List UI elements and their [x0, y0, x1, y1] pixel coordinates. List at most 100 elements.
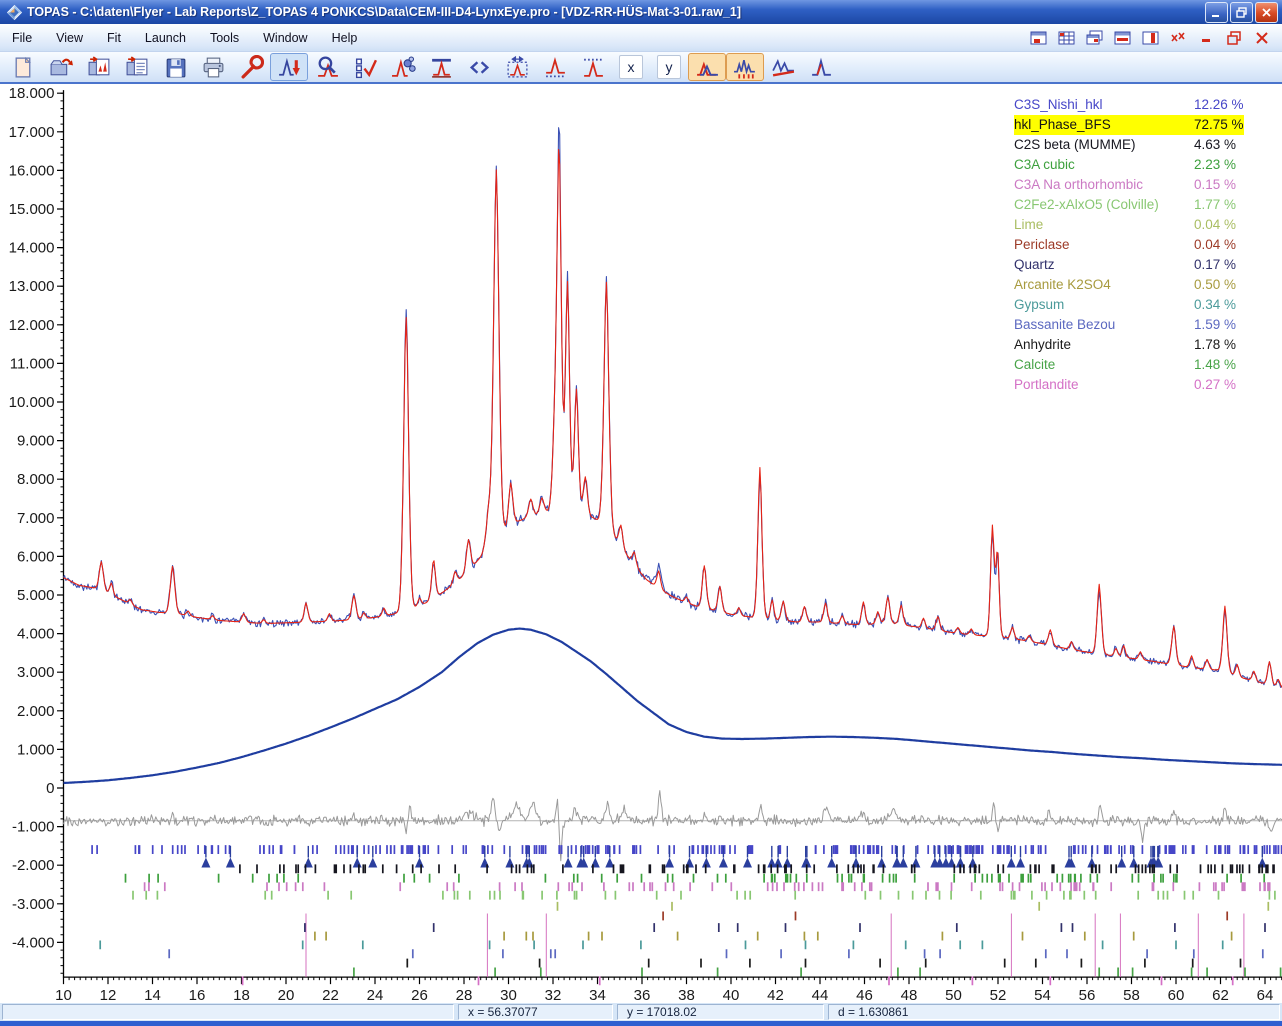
legend-entry-calcite[interactable]: Calcite1.48 % [1014, 355, 1276, 375]
legend-entry-lime[interactable]: Lime0.04 % [1014, 215, 1276, 235]
legend-entry-c3a-cubic[interactable]: C3A cubic2.23 % [1014, 155, 1276, 175]
peak-marks-below-button[interactable] [536, 53, 574, 81]
minimize-child-icon[interactable] [1197, 30, 1216, 46]
svg-text:10.000: 10.000 [9, 394, 55, 411]
svg-text:-1.000: -1.000 [12, 819, 55, 836]
phase-name: Quartz [1014, 255, 1194, 275]
peak-baseline-button[interactable] [422, 53, 460, 81]
status-spacer [2, 1004, 454, 1020]
save-icon [163, 55, 188, 80]
menu-window[interactable]: Window [251, 26, 319, 50]
svg-text:2.000: 2.000 [17, 703, 55, 720]
new-window-icon[interactable] [1029, 30, 1048, 46]
print-button[interactable] [194, 53, 232, 81]
peak-search-icon [315, 55, 340, 80]
legend-entry-c2fe2-xalxo5-colville-[interactable]: C2Fe2-xAlxO5 (Colville)1.77 % [1014, 195, 1276, 215]
svg-text:30: 30 [500, 987, 517, 1003]
open-project-button[interactable] [42, 53, 80, 81]
svg-text:7.000: 7.000 [17, 510, 55, 527]
svg-text:42: 42 [767, 987, 784, 1003]
svg-text:-4.000: -4.000 [12, 934, 55, 951]
restore-child-icon[interactable] [1225, 30, 1244, 46]
menu-launch[interactable]: Launch [133, 26, 198, 50]
setup-wrench-icon [239, 55, 264, 80]
range-select-button[interactable] [498, 53, 536, 81]
menu-help[interactable]: Help [320, 26, 370, 50]
legend-entry-c3s-nishi-hkl[interactable]: C3S_Nishi_hkl12.26 % [1014, 95, 1276, 115]
phase-name: C3S_Nishi_hkl [1014, 95, 1194, 115]
x-scale-button[interactable]: x [612, 53, 650, 81]
setup-wrench-button[interactable] [232, 53, 270, 81]
legend-entry-c3a-na-orthorhombic[interactable]: C3A Na orthorhombic0.15 % [1014, 175, 1276, 195]
status-y-readout: y = 17018.02 [617, 1004, 824, 1020]
svg-text:46: 46 [856, 987, 873, 1003]
toggle-tick-marks-button[interactable] [726, 53, 764, 81]
phase-name: Portlandite [1014, 375, 1194, 395]
phase-percentage: 0.50 % [1194, 275, 1236, 295]
phase-percentage: 4.63 % [1194, 135, 1236, 155]
x-scale-button-label: x [619, 55, 643, 79]
close-child-icon[interactable] [1253, 30, 1272, 46]
legend-entry-quartz[interactable]: Quartz0.17 % [1014, 255, 1276, 275]
minimize-button[interactable] [1205, 2, 1228, 23]
legend-entry-gypsum[interactable]: Gypsum0.34 % [1014, 295, 1276, 315]
phase-name: Gypsum [1014, 295, 1194, 315]
code-view-icon [467, 55, 492, 80]
svg-text:56: 56 [1079, 987, 1096, 1003]
import-file-button[interactable] [118, 53, 156, 81]
restore-button[interactable] [1230, 2, 1253, 23]
legend-entry-hkl-phase-bfs[interactable]: hkl_Phase_BFS72.75 % [1014, 115, 1276, 135]
legend-entry-arcanite-k2so4[interactable]: Arcanite K2SO40.50 % [1014, 275, 1276, 295]
phase-percentage: 1.78 % [1194, 335, 1236, 355]
code-view-button[interactable] [460, 53, 498, 81]
menu-view[interactable]: View [44, 26, 95, 50]
toggle-background-button[interactable] [764, 53, 802, 81]
toggle-difference-icon [809, 55, 834, 80]
save-button[interactable] [156, 53, 194, 81]
peak-marks-above-button[interactable] [574, 53, 612, 81]
toggle-observed-calc-button[interactable] [688, 53, 726, 81]
cascade-windows-icon[interactable] [1085, 30, 1104, 46]
structure-button[interactable] [384, 53, 422, 81]
close-all-icon[interactable] [1169, 30, 1188, 46]
new-file-button[interactable] [4, 53, 42, 81]
svg-text:34: 34 [589, 987, 606, 1003]
svg-text:3.000: 3.000 [17, 664, 55, 681]
diffraction-chart-area: 18.00017.00016.00015.00014.00013.00012.0… [0, 84, 1282, 1003]
legend-entry-periclase[interactable]: Periclase0.04 % [1014, 235, 1276, 255]
menu-fit[interactable]: Fit [95, 26, 133, 50]
legend-entry-anhydrite[interactable]: Anhydrite1.78 % [1014, 335, 1276, 355]
phase-percentage: 12.26 % [1194, 95, 1244, 115]
phase-percentage: 0.27 % [1194, 375, 1236, 395]
run-fit-button[interactable] [270, 53, 308, 81]
phase-percentage: 0.15 % [1194, 175, 1236, 195]
svg-text:17.000: 17.000 [9, 124, 55, 141]
phase-percentage: 1.77 % [1194, 195, 1236, 215]
svg-text:13.000: 13.000 [9, 278, 55, 295]
legend-entry-c2s-beta-mumme-[interactable]: C2S beta (MUMME)4.63 % [1014, 135, 1276, 155]
menu-file[interactable]: File [0, 26, 44, 50]
peak-search-button[interactable] [308, 53, 346, 81]
svg-text:58: 58 [1123, 987, 1140, 1003]
open-project-icon [49, 55, 74, 80]
menu-tools[interactable]: Tools [198, 26, 251, 50]
toggle-background-icon [771, 55, 796, 80]
tile-grid-icon[interactable] [1057, 30, 1076, 46]
close-button[interactable] [1255, 2, 1278, 23]
toggle-difference-button[interactable] [802, 53, 840, 81]
menu-bar: File View Fit Launch Tools Window Help [0, 24, 1282, 52]
refinement-options-button[interactable] [346, 53, 384, 81]
svg-text:16.000: 16.000 [9, 162, 55, 179]
import-scan-button[interactable] [80, 53, 118, 81]
tile-horizontal-icon[interactable] [1113, 30, 1132, 46]
phase-percentage: 1.48 % [1194, 355, 1236, 375]
svg-text:6.000: 6.000 [17, 548, 55, 565]
legend-entry-portlandite[interactable]: Portlandite0.27 % [1014, 375, 1276, 395]
svg-text:26: 26 [411, 987, 428, 1003]
svg-text:38: 38 [678, 987, 695, 1003]
svg-text:8.000: 8.000 [17, 471, 55, 488]
y-scale-button[interactable]: y [650, 53, 688, 81]
svg-text:48: 48 [901, 987, 918, 1003]
legend-entry-bassanite-bezou[interactable]: Bassanite Bezou1.59 % [1014, 315, 1276, 335]
tile-vertical-icon[interactable] [1141, 30, 1160, 46]
